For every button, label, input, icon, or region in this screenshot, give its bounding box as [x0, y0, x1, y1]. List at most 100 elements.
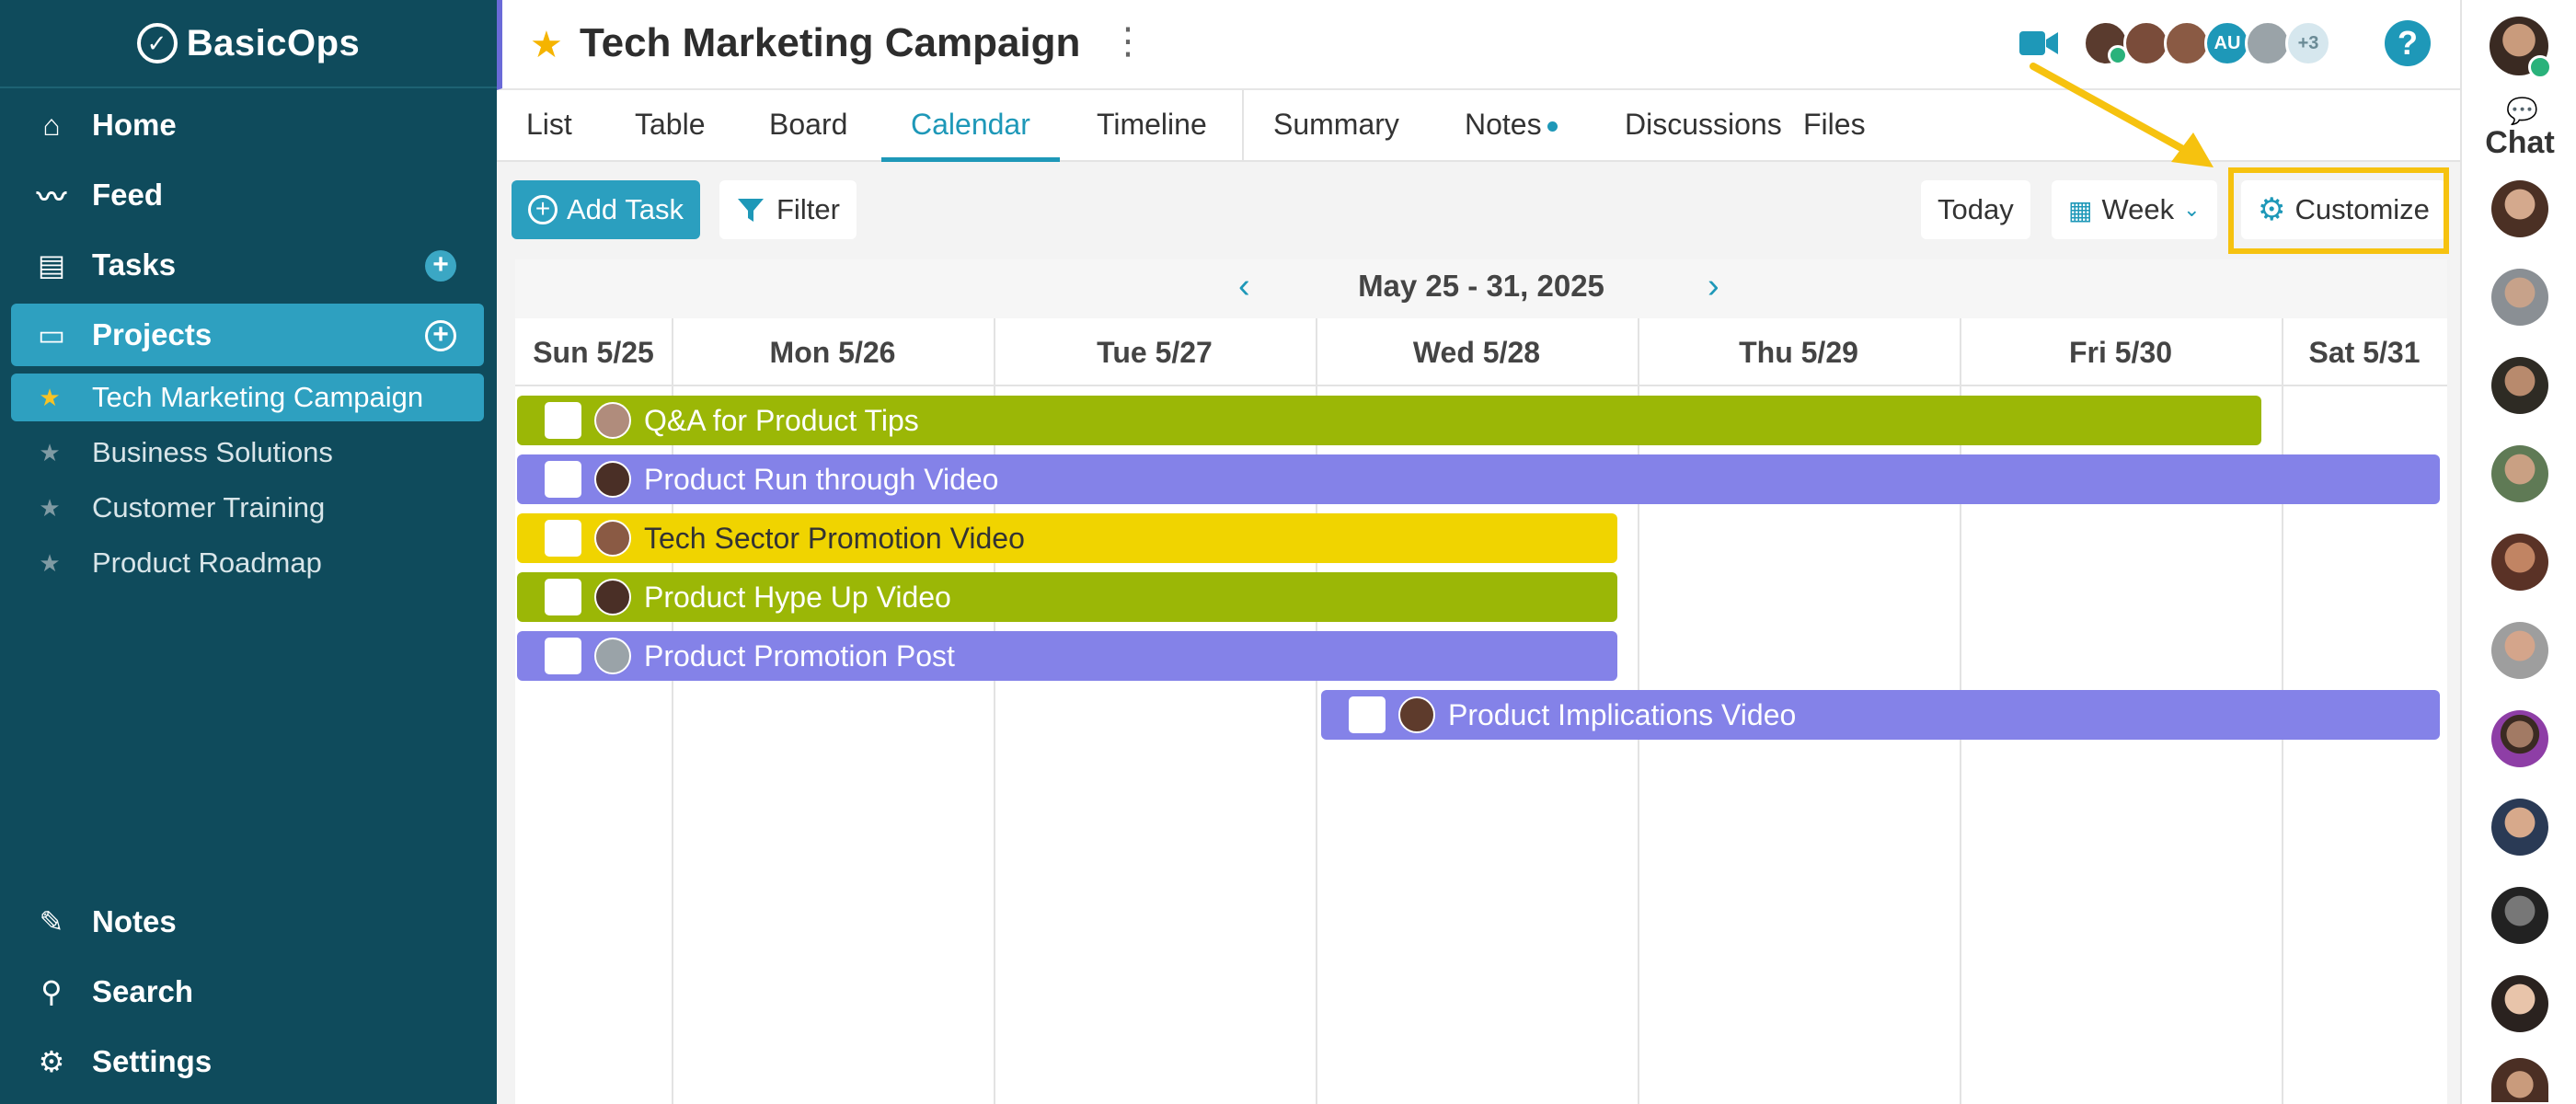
tab-calendar[interactable]: Calendar	[881, 90, 1060, 162]
sidebar-item-projects[interactable]: ▭ Projects +	[11, 304, 484, 366]
sidebar-item-notes[interactable]: ✎ Notes	[11, 891, 484, 953]
chat-contact-avatar[interactable]	[2491, 357, 2548, 414]
tab-board[interactable]: Board	[769, 90, 847, 162]
task-bar[interactable]: Product Run through Video	[517, 454, 2440, 504]
plus-circle-icon: +	[528, 195, 558, 224]
sidebar-item-home[interactable]: ⌂ Home	[11, 94, 484, 156]
project-label: Business Solutions	[92, 436, 333, 468]
task-bar[interactable]: Q&A for Product Tips	[517, 396, 2261, 445]
sidebar-item-label: Feed	[92, 178, 164, 212]
task-bar[interactable]: Tech Sector Promotion Video	[517, 513, 1617, 563]
chat-contact-avatar[interactable]	[2491, 799, 2548, 856]
task-checkbox[interactable]	[545, 402, 581, 439]
chat-contact-avatar[interactable]	[2491, 269, 2548, 326]
task-bar[interactable]: Product Implications Video	[1321, 690, 2440, 740]
sidebar-item-settings[interactable]: ⚙ Settings	[11, 1030, 484, 1093]
star-icon[interactable]: ★	[37, 384, 63, 412]
member-avatar[interactable]	[2164, 20, 2210, 66]
task-checkbox[interactable]	[545, 461, 581, 498]
day-header: Fri 5/30	[1960, 318, 2282, 386]
task-checkbox[interactable]	[545, 579, 581, 615]
task-bar[interactable]: Product Promotion Post	[517, 631, 1617, 681]
task-title: Q&A for Product Tips	[644, 403, 919, 437]
add-task-plus-icon[interactable]: +	[425, 250, 456, 282]
member-avatar[interactable]	[2245, 20, 2291, 66]
task-checkbox[interactable]	[545, 520, 581, 557]
add-task-button[interactable]: + Add Task	[512, 180, 700, 239]
chat-contact-avatar[interactable]	[2491, 710, 2548, 767]
assignee-avatar	[1398, 696, 1435, 733]
day-header: Tue 5/27	[994, 318, 1316, 386]
star-icon[interactable]: ★	[37, 549, 63, 578]
tab-summary[interactable]: Summary	[1273, 90, 1399, 162]
check-circle-icon: ✓	[136, 23, 178, 63]
video-call-icon[interactable]	[2018, 28, 2059, 59]
search-icon: ⚲	[40, 975, 63, 1008]
day-header: Wed 5/28	[1316, 318, 1638, 386]
star-icon[interactable]: ★	[37, 494, 63, 523]
view-select[interactable]: ▦ Week ⌄	[2052, 180, 2217, 239]
app-logo[interactable]: ✓ BasicOps	[0, 0, 497, 88]
sidebar-item-label: Notes	[92, 904, 177, 938]
member-avatars[interactable]: AU +3	[2083, 20, 2331, 70]
sidebar-item-feed[interactable]: 〰 Feed	[11, 164, 484, 226]
task-bar[interactable]: Product Hype Up Video	[517, 572, 1617, 622]
task-checkbox[interactable]	[545, 638, 581, 674]
help-icon[interactable]: ?	[2385, 20, 2431, 66]
more-members-badge[interactable]: +3	[2285, 20, 2331, 66]
app-name: BasicOps	[186, 22, 361, 63]
more-options-icon[interactable]: ⋮	[1110, 20, 1146, 63]
chat-contact-avatar[interactable]	[2491, 180, 2548, 237]
tab-files[interactable]: Files	[1803, 90, 1866, 162]
gear-icon: ⚙	[38, 1045, 65, 1078]
task-title: Product Hype Up Video	[644, 580, 951, 614]
activity-icon: 〰	[36, 180, 66, 213]
project-item-business-solutions[interactable]: ★ Business Solutions	[11, 429, 484, 477]
member-avatar[interactable]	[2123, 20, 2169, 66]
chevron-right-icon[interactable]: ›	[1708, 267, 1719, 306]
project-item-customer-training[interactable]: ★ Customer Training	[11, 484, 484, 532]
day-header: Thu 5/29	[1638, 318, 1960, 386]
filter-button[interactable]: Filter	[719, 180, 857, 239]
chat-contact-avatar[interactable]	[2491, 975, 2548, 1032]
project-item-product-roadmap[interactable]: ★ Product Roadmap	[11, 539, 484, 587]
task-checkbox[interactable]	[1349, 696, 1386, 733]
view-select-value: Week	[2101, 193, 2175, 225]
member-avatar-initials[interactable]: AU	[2204, 20, 2250, 66]
view-tabs: List Table Board Calendar Timeline Summa…	[497, 90, 2460, 162]
user-avatar[interactable]	[2490, 17, 2552, 79]
chevron-down-icon: ⌄	[2183, 198, 2201, 221]
project-label: Tech Marketing Campaign	[92, 381, 424, 413]
tab-table[interactable]: Table	[635, 90, 706, 162]
tab-list[interactable]: List	[526, 90, 572, 162]
sidebar-item-search[interactable]: ⚲ Search	[11, 960, 484, 1023]
week-range: May 25 - 31, 2025	[1358, 269, 1604, 303]
chat-bubble-icon[interactable]: 💬	[2506, 96, 2538, 126]
sidebar-item-label: Tasks	[92, 247, 177, 282]
unread-dot	[1547, 121, 1558, 132]
chat-contact-avatar[interactable]	[2491, 534, 2548, 591]
chat-contact-avatar[interactable]	[2491, 887, 2548, 944]
star-icon[interactable]: ★	[37, 439, 63, 467]
chat-contact-avatar[interactable]	[2491, 1058, 2548, 1102]
today-button[interactable]: Today	[1921, 180, 2030, 239]
filter-label: Filter	[776, 193, 840, 225]
home-icon: ⌂	[42, 108, 61, 142]
favorite-star-icon[interactable]: ★	[530, 24, 563, 66]
sidebar-item-tasks[interactable]: ▤ Tasks +	[11, 234, 484, 296]
add-project-plus-icon[interactable]: +	[425, 320, 456, 351]
tab-timeline[interactable]: Timeline	[1097, 90, 1207, 162]
add-task-label: Add Task	[567, 193, 684, 225]
project-item-tech-marketing[interactable]: ★ Tech Marketing Campaign	[11, 374, 484, 421]
tab-notes-label: Notes	[1465, 108, 1542, 141]
chat-contact-avatar[interactable]	[2491, 445, 2548, 502]
filter-icon	[738, 199, 764, 222]
chat-label[interactable]: Chat	[2462, 125, 2576, 161]
project-label: Customer Training	[92, 491, 326, 523]
sidebar-item-label: Home	[92, 108, 177, 142]
tab-notes[interactable]: Notes	[1465, 90, 1558, 162]
member-avatar[interactable]	[2083, 20, 2129, 66]
tab-discussions[interactable]: Discussions	[1625, 90, 1782, 162]
chat-contact-avatar[interactable]	[2491, 622, 2548, 679]
page-title: Tech Marketing Campaign	[580, 20, 1081, 65]
